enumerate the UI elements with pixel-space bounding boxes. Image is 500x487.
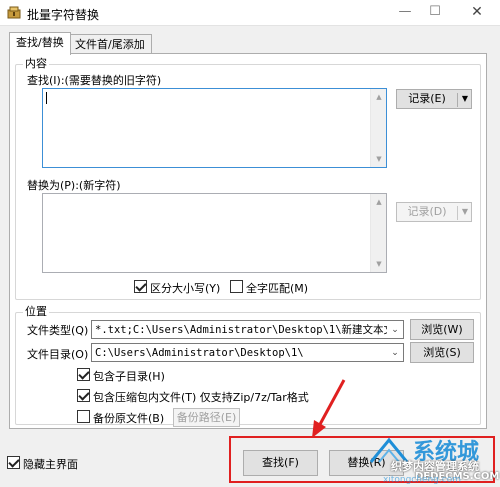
- file-dir-combobox[interactable]: C:\Users\Administrator\Desktop\1\ ⌄: [91, 343, 404, 362]
- scroll-up-arrow-icon[interactable]: ▲: [371, 194, 387, 210]
- file-type-value: *.txt;C:\Users\Administrator\Desktop\1\新…: [95, 324, 404, 336]
- chevron-down-icon: ▼: [461, 207, 469, 216]
- file-type-label: 文件类型(Q): [27, 324, 89, 337]
- replace-history-label: 记录(D): [407, 205, 447, 218]
- match-case-label[interactable]: 区分大小写(Y): [150, 280, 220, 296]
- find-textarea[interactable]: ▲ ▼: [42, 88, 387, 168]
- replace-history-button[interactable]: 记录(D) ▼: [396, 202, 472, 222]
- tab-file-head-tail-append[interactable]: 文件首/尾添加: [68, 34, 152, 55]
- replace-label: 替换为(P):(新字符): [27, 179, 121, 192]
- whole-match-checkbox[interactable]: [230, 280, 243, 293]
- find-history-label: 记录(E): [408, 92, 446, 105]
- scroll-down-arrow-icon[interactable]: ▼: [371, 256, 387, 272]
- close-button[interactable]: ✕: [458, 0, 496, 26]
- find-scrollbar[interactable]: ▲ ▼: [370, 89, 386, 167]
- maximize-button[interactable]: ☐: [416, 0, 454, 26]
- backup-originals-checkbox[interactable]: [77, 410, 90, 423]
- replace-textarea[interactable]: ▲ ▼: [42, 193, 387, 273]
- replace-scrollbar[interactable]: ▲ ▼: [370, 194, 386, 272]
- chevron-down-icon: ▼: [461, 94, 469, 103]
- include-subdirs-checkbox[interactable]: [77, 368, 90, 381]
- scroll-down-arrow-icon[interactable]: ▼: [371, 151, 387, 167]
- annotation-arrow-icon: [312, 379, 346, 438]
- match-case-checkbox[interactable]: [134, 280, 147, 293]
- include-subdirs-label[interactable]: 包含子目录(H): [93, 368, 165, 384]
- find-label: 查找(I):(需要替换的旧字符): [27, 74, 162, 87]
- hide-main-window-label[interactable]: 隐藏主界面: [23, 456, 78, 472]
- content-group-legend: 内容: [23, 57, 49, 70]
- find-history-button[interactable]: 记录(E) ▼: [396, 89, 472, 109]
- window-title: 批量字符替换: [27, 8, 100, 22]
- text-caret: [46, 92, 47, 104]
- file-dir-value: C:\Users\Administrator\Desktop\1\: [95, 347, 304, 359]
- watermark-line4: xitongcheng.com: [383, 475, 461, 485]
- hide-main-window-checkbox[interactable]: [7, 456, 20, 469]
- app-icon: [7, 6, 21, 19]
- backup-originals-label[interactable]: 备份原文件(B): [93, 410, 164, 426]
- whole-match-label[interactable]: 全字匹配(M): [246, 280, 308, 296]
- include-archives-checkbox[interactable]: [77, 389, 90, 402]
- file-dir-label: 文件目录(O): [27, 348, 89, 361]
- include-archives-label[interactable]: 包含压缩包内文件(T) 仅支持Zip/7z/Tar格式: [93, 389, 309, 405]
- watermark: 系统城 织梦内容管理系统 DEDECMS.COM xitongcheng.com: [343, 434, 500, 487]
- location-group-legend: 位置: [23, 305, 49, 318]
- scroll-up-arrow-icon[interactable]: ▲: [371, 89, 387, 105]
- browse-file-type-button[interactable]: 浏览(W): [410, 319, 474, 340]
- backup-path-button[interactable]: 备份路径(E): [173, 408, 240, 427]
- tab-find-replace[interactable]: 查找/替换: [9, 32, 71, 55]
- file-type-combobox[interactable]: *.txt;C:\Users\Administrator\Desktop\1\新…: [91, 320, 404, 339]
- chevron-down-icon[interactable]: ⌄: [387, 344, 403, 361]
- chevron-down-icon[interactable]: ⌄: [387, 321, 403, 338]
- browse-dir-button[interactable]: 浏览(S): [410, 342, 474, 363]
